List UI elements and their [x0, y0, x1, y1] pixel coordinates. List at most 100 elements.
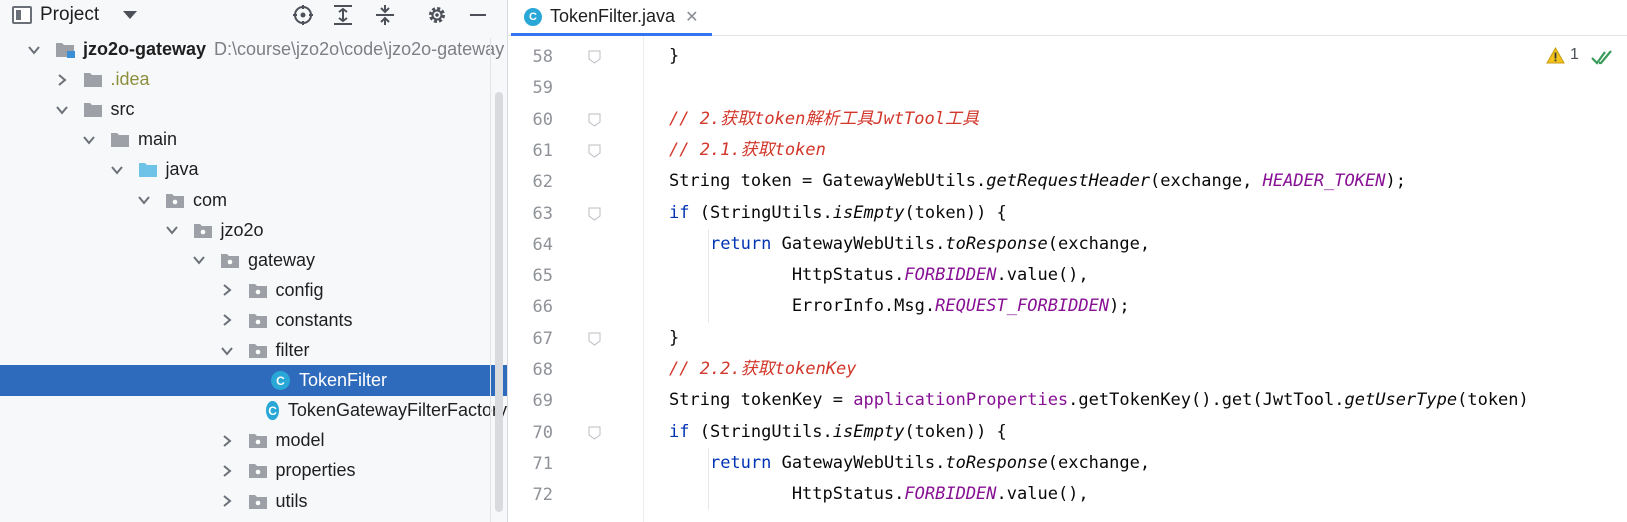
chevron-down-icon[interactable] — [110, 163, 124, 177]
code-line: } — [669, 41, 679, 72]
code-line: HttpStatus.FORBIDDEN.value(), — [669, 479, 1089, 510]
gear-icon[interactable] — [424, 2, 450, 28]
project-tree-scrollbar-thumb[interactable] — [495, 92, 503, 512]
code-token: // 2.1.获取token — [669, 139, 826, 160]
indent-guide — [708, 447, 709, 511]
code-token: if — [669, 421, 690, 442]
minimize-icon[interactable] — [465, 2, 491, 28]
chevron-down-icon[interactable] — [82, 133, 96, 147]
tree-item[interactable]: filter — [0, 335, 507, 366]
code-token: FORBIDDEN — [904, 484, 997, 505]
tree-item[interactable]: properties — [0, 455, 507, 486]
fold-marker-icon[interactable] — [588, 426, 601, 440]
code-token: HttpStatus. — [669, 265, 905, 286]
tree-item-label: properties — [275, 460, 356, 481]
package-icon — [248, 432, 268, 449]
project-view-selector[interactable]: Project — [12, 3, 138, 27]
code-token: .getTokenKey().get(JwtTool. — [1068, 390, 1345, 411]
package-icon — [165, 192, 185, 209]
line-number: 68 — [532, 360, 553, 380]
tree-item[interactable]: .idea — [0, 64, 507, 95]
close-icon[interactable]: ✕ — [685, 7, 698, 27]
code-token: } — [669, 46, 680, 66]
tree-item[interactable]: src — [0, 94, 507, 125]
tree-item[interactable]: gateway — [0, 245, 507, 276]
warning-icon — [1546, 46, 1565, 63]
tree-item-label: model — [275, 430, 325, 451]
module-folder-icon — [55, 41, 75, 58]
chevron-down-icon[interactable] — [137, 193, 151, 207]
expand-all-icon[interactable] — [330, 2, 356, 28]
tree-item-label: gateway — [248, 249, 316, 270]
tree-item[interactable]: java — [0, 154, 507, 185]
package-icon — [248, 462, 268, 479]
chevron-right-icon[interactable] — [220, 494, 234, 508]
chevron-down-icon[interactable] — [220, 344, 234, 358]
line-number: 66 — [532, 297, 553, 318]
fold-marker-icon[interactable] — [588, 50, 601, 64]
code-area[interactable]: } // 2.获取token解析工具JwtTool工具 // 2.1.获取token… — [643, 36, 1627, 522]
chevron-right-icon[interactable] — [220, 313, 234, 327]
chevron-right-icon[interactable] — [55, 73, 69, 87]
chevron-right-icon[interactable] — [220, 283, 234, 297]
code-token: String tokenKey = — [669, 390, 854, 411]
tree-item[interactable]: constants — [0, 305, 507, 336]
chevron-down-icon[interactable] — [27, 43, 41, 57]
code-token: return — [709, 452, 772, 473]
tree-item-label: utils — [275, 490, 308, 511]
tree-item-label: .idea — [110, 69, 150, 90]
code-token: (token)) { — [904, 202, 1007, 223]
code-token: (exchange, — [1047, 452, 1151, 473]
chevron-down-icon[interactable] — [165, 223, 179, 237]
code-token: // 2.获取token解析工具JwtTool工具 — [669, 108, 979, 129]
project-panel-icon — [12, 6, 32, 24]
tree-item[interactable]: config — [0, 275, 507, 306]
code-token: toResponse — [945, 452, 1048, 473]
tree-item[interactable]: C TokenGatewayFilterFactory — [0, 395, 507, 426]
line-number: 60 — [532, 109, 553, 130]
java-class-icon: C — [266, 401, 279, 421]
code-token: getUserType — [1344, 390, 1458, 411]
tree-item[interactable]: C TokenFilter — [0, 365, 507, 397]
tree-item[interactable]: utils — [0, 486, 507, 517]
project-panel-header: Project — [0, 0, 507, 30]
tree-item-label: TokenFilter — [299, 370, 388, 391]
inspection-widget[interactable]: 1 — [1546, 46, 1579, 64]
tree-item[interactable]: jzo2o — [0, 215, 507, 246]
chevron-right-icon[interactable] — [220, 464, 234, 478]
tree-item[interactable]: main — [0, 124, 507, 155]
fold-marker-icon[interactable] — [588, 332, 601, 346]
tree-item[interactable]: com — [0, 185, 507, 216]
tree-item-label: com — [193, 189, 228, 210]
code-line: return GatewayWebUtils.toResponse(exchan… — [669, 229, 1150, 260]
editor-gutter[interactable]: 58 59 60 61 62 63 64 65 66 67 68 69 70 71 72 — [508, 36, 643, 522]
package-icon — [248, 282, 268, 299]
line-number: 63 — [532, 203, 553, 224]
chevron-right-icon[interactable] — [220, 434, 234, 448]
fold-marker-icon[interactable] — [588, 207, 601, 221]
tree-item[interactable]: model — [0, 425, 507, 456]
tree-item[interactable]: jzo2o-gateway D:\course\jzo2o\code\jzo2o-… — [0, 34, 507, 65]
line-number: 71 — [532, 453, 553, 474]
chevron-down-icon[interactable] — [123, 11, 138, 19]
fold-marker-icon[interactable] — [588, 144, 601, 158]
tab-label: TokenFilter.java — [550, 6, 676, 26]
double-check-icon[interactable] — [1591, 47, 1613, 67]
locate-icon[interactable] — [290, 2, 316, 28]
tree-item-label: main — [138, 129, 178, 150]
package-icon — [248, 342, 268, 359]
project-panel-title: Project — [40, 4, 100, 25]
fold-marker-icon[interactable] — [588, 113, 601, 127]
tree-item-label: config — [275, 279, 324, 300]
chevron-down-icon[interactable] — [192, 253, 206, 267]
code-line: ErrorInfo.Msg.REQUEST_FORBIDDEN); — [669, 291, 1130, 322]
code-line: } — [669, 323, 679, 354]
tab-tokenfilter-java[interactable]: C TokenFilter.java ✕ — [511, 0, 713, 36]
code-token: ); — [1109, 296, 1130, 317]
chevron-down-icon[interactable] — [55, 103, 69, 117]
java-class-icon: C — [271, 371, 290, 391]
code-line: String token = GatewayWebUtils.getReques… — [669, 166, 1406, 197]
collapse-all-icon[interactable] — [372, 2, 398, 28]
